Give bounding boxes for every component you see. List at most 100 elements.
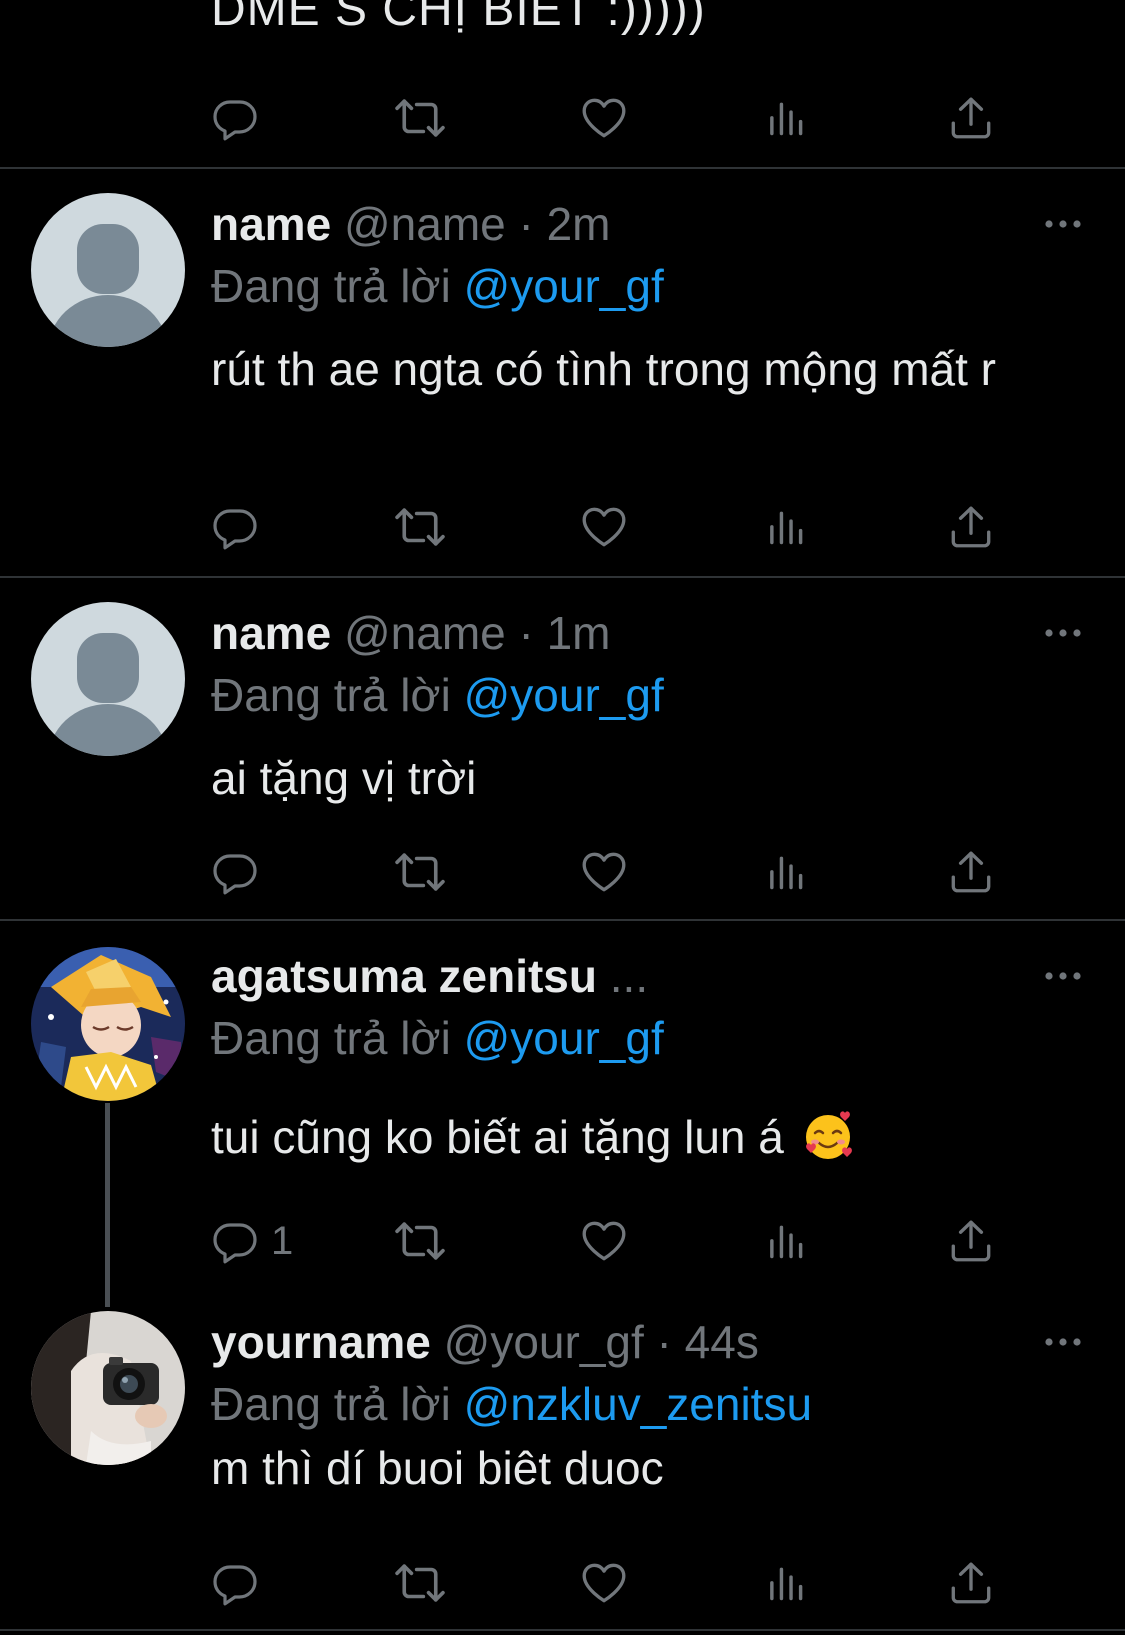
default-avatar-icon [31,193,185,347]
display-name[interactable]: agatsuma zenitsu [211,950,597,1002]
more-options-icon[interactable] [1041,961,1085,991]
replying-to-handle[interactable]: @nzkluv_zenitsu [464,1378,812,1430]
like-icon [579,93,629,143]
tweet-text-container: tui cũng ko biết ai tặng lun á [211,1107,1051,1167]
reply-icon [211,1559,259,1607]
handle-time: @name · 2m [343,198,611,250]
share-button[interactable] [946,497,996,557]
like-icon [579,847,629,897]
avatar[interactable] [31,193,185,347]
tweet-header: name @name · 1m [211,603,611,663]
like-button[interactable] [579,842,629,902]
views-button[interactable] [764,497,810,557]
replying-to-label: Đang trả lời [211,260,451,312]
more-options-icon[interactable] [1041,1327,1085,1357]
action-bar [211,842,1011,902]
views-icon [764,1218,810,1264]
reply-button[interactable]: 1 [211,1211,293,1271]
views-icon [764,95,810,141]
share-icon [946,1558,996,1608]
like-button[interactable] [579,1553,629,1613]
display-name[interactable]: name [211,198,331,250]
like-button[interactable] [579,497,629,557]
share-icon [946,502,996,552]
reply-button[interactable] [211,1553,259,1613]
display-name[interactable]: name [211,607,331,659]
replying-to: Đang trả lời @your_gf [211,665,664,725]
handle-time: @name · 1m [343,607,611,659]
replying-to-label: Đang trả lời [211,669,451,721]
thread-connector [105,1103,110,1307]
reply-icon [211,503,259,551]
reply-button[interactable] [211,88,259,148]
replying-to-label: Đang trả lời [211,1012,451,1064]
previous-tweet-fragment[interactable]: DME S CHỊ BIẾT :))))) [0,0,1125,169]
share-button[interactable] [946,1211,996,1271]
like-icon [579,1558,629,1608]
replying-to-label: Đang trả lời [211,1378,451,1430]
views-icon [764,849,810,895]
tweet-text: tui cũng ko biết ai tặng lun á [211,1111,784,1163]
action-bar: 1 [211,1211,1011,1271]
action-bar [211,497,1011,557]
tweet[interactable]: agatsuma zenitsu ... Đang trả lời @your_… [0,921,1125,1307]
more-options-icon[interactable] [1041,209,1085,239]
smiling-face-with-hearts-icon [805,1111,852,1159]
replying-to: Đang trả lời @nzkluv_zenitsu [211,1374,812,1434]
share-button[interactable] [946,88,996,148]
views-button[interactable] [764,842,810,902]
retweet-button[interactable] [393,88,447,148]
retweet-icon [393,1214,447,1268]
like-button[interactable] [579,1211,629,1271]
tweet-header: name @name · 2m [211,194,611,254]
more-options-icon[interactable] [1041,618,1085,648]
tweet[interactable]: name @name · 2m Đang trả lời @your_gf rú… [0,169,1125,578]
tweet[interactable]: name @name · 1m Đang trả lời @your_gf ai… [0,578,1125,921]
previous-tweet-text: DME S CHỊ BIẾT :))))) [211,0,706,36]
tweet-header: yourname @your_gf · 44s [211,1312,759,1372]
retweet-icon [393,500,447,554]
share-icon [946,1216,996,1266]
retweet-icon [393,1556,447,1610]
retweet-button[interactable] [393,1553,447,1613]
tweet-text: rút th ae ngta có tình trong mộng mất r [211,343,996,395]
handle-time: ... [609,950,649,1002]
reply-count: 1 [271,1219,294,1263]
replying-to-handle[interactable]: @your_gf [464,669,664,721]
avatar[interactable] [31,1311,185,1465]
share-button[interactable] [946,1553,996,1613]
views-button[interactable] [764,1211,810,1271]
reply-icon [211,94,259,142]
replying-to: Đang trả lời @your_gf [211,1008,664,1068]
reply-button[interactable] [211,497,259,557]
retweet-button[interactable] [393,1211,447,1271]
avatar[interactable] [31,947,185,1101]
tweet-text: ai tặng vị trời [211,752,477,804]
views-icon [764,1560,810,1606]
reply-icon [211,848,259,896]
reply-button[interactable] [211,842,259,902]
like-button[interactable] [579,88,629,148]
tweet[interactable]: yourname @your_gf · 44s Đang trả lời @nz… [0,1307,1125,1631]
views-icon [764,504,810,550]
replying-to: Đang trả lời @your_gf [211,256,664,316]
handle-time: @your_gf · 44s [443,1316,759,1368]
avatar[interactable] [31,602,185,756]
action-bar [211,88,1011,148]
retweet-icon [393,845,447,899]
replying-to-handle[interactable]: @your_gf [464,1012,664,1064]
retweet-button[interactable] [393,842,447,902]
anime-avatar-icon [31,947,185,1101]
share-button[interactable] [946,842,996,902]
views-button[interactable] [764,1553,810,1613]
replying-to-handle[interactable]: @your_gf [464,260,664,312]
action-bar [211,1553,1011,1613]
tweet-text: m thì dí buoi biêt duoc [211,1442,664,1494]
default-avatar-icon [31,602,185,756]
photo-avatar-icon [31,1311,185,1465]
retweet-button[interactable] [393,497,447,557]
display-name[interactable]: yourname [211,1316,431,1368]
views-button[interactable] [764,88,810,148]
share-icon [946,93,996,143]
like-icon [579,1216,629,1266]
